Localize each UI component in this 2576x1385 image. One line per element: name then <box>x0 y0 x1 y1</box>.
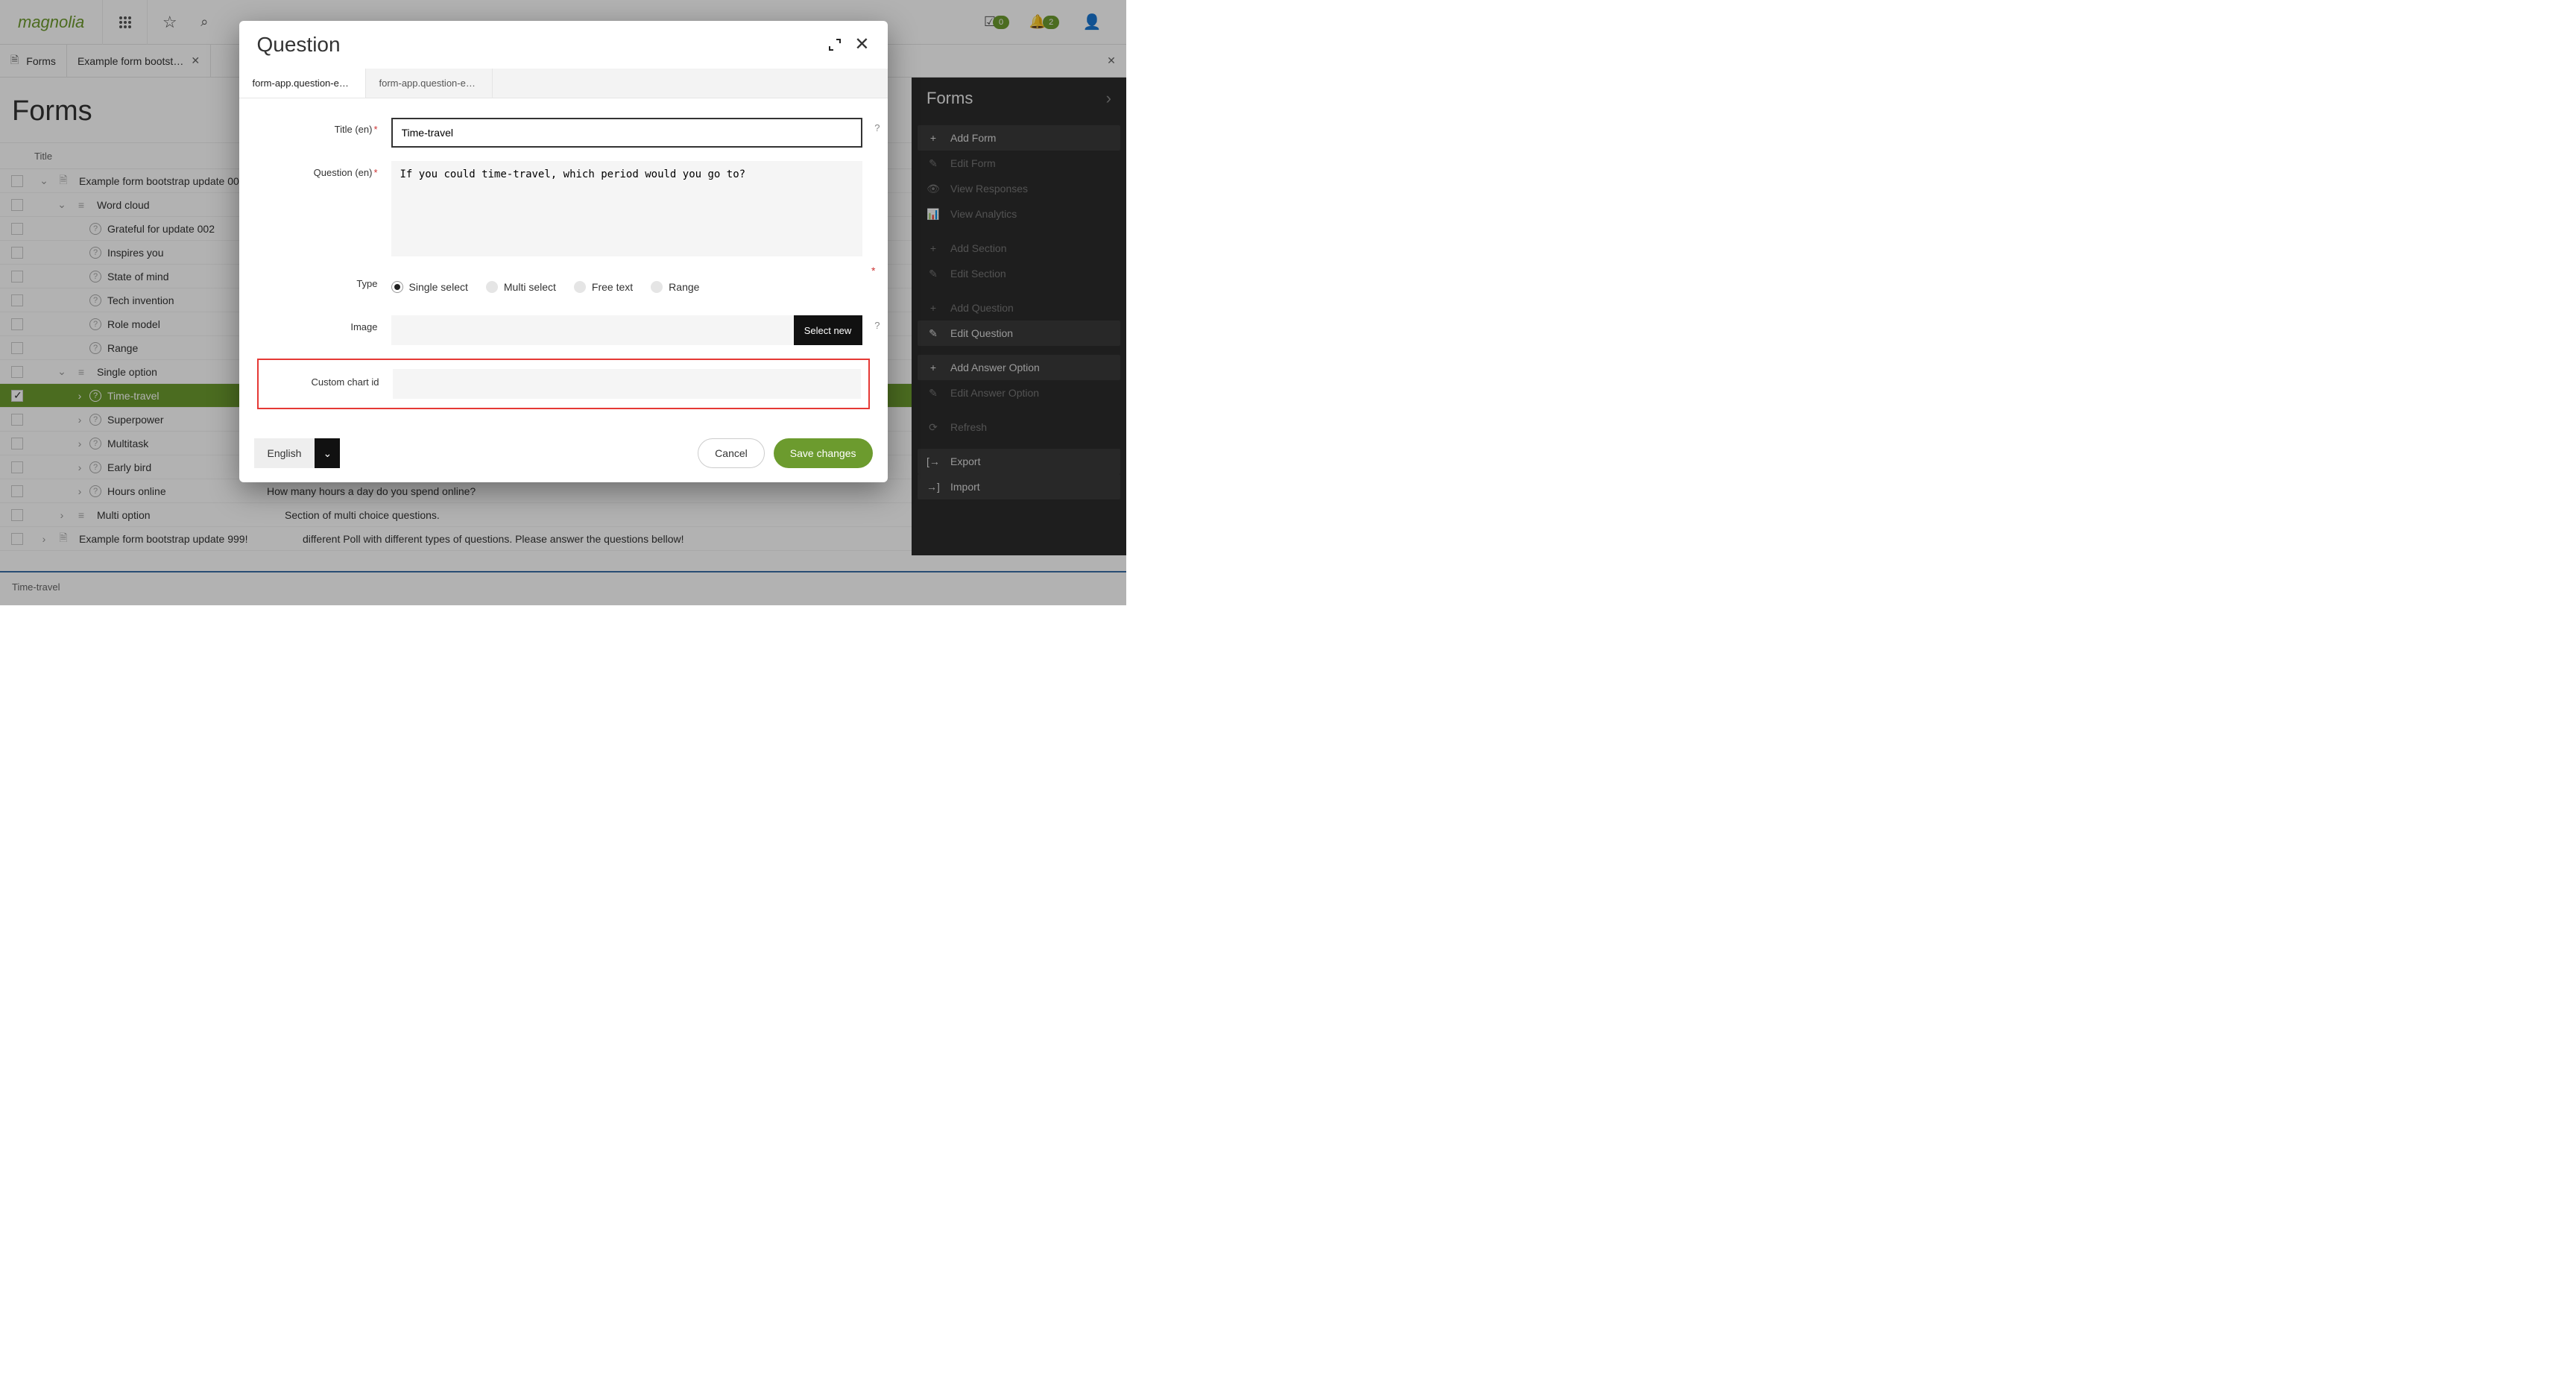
dialog-tabs: form-app.question-edit.t… form-app.quest… <box>239 69 888 98</box>
radio-label: Multi select <box>504 281 556 293</box>
radio-icon <box>391 281 403 293</box>
language-select[interactable]: English ⌄ <box>254 438 341 468</box>
required-marker: * <box>871 265 875 277</box>
custom-chart-id-input[interactable] <box>393 369 861 399</box>
type-option-multi-select[interactable]: Multi select <box>486 281 556 293</box>
title-input[interactable] <box>391 118 862 148</box>
select-new-button[interactable]: Select new <box>794 315 862 345</box>
question-dialog: Question ✕ form-app.question-edit.t… for… <box>239 21 888 482</box>
chevron-down-icon: ⌄ <box>315 438 340 468</box>
dialog-tab-1[interactable]: form-app.question-edit.t… <box>239 69 366 98</box>
dialog-backdrop: Question ✕ form-app.question-edit.t… for… <box>0 0 1126 605</box>
dialog-tab-2[interactable]: form-app.question-edit.ta… <box>366 69 493 98</box>
help-icon[interactable]: ? <box>874 320 880 331</box>
image-path-field[interactable] <box>391 315 794 345</box>
image-label: Image <box>350 321 377 332</box>
help-icon[interactable]: ? <box>874 122 880 133</box>
radio-label: Single select <box>409 281 468 293</box>
custom-chart-id-highlight: Custom chart id <box>257 359 870 409</box>
radio-icon <box>486 281 498 293</box>
language-select-label: English <box>254 438 315 468</box>
question-textarea[interactable] <box>391 161 862 256</box>
radio-icon <box>574 281 586 293</box>
type-label: Type <box>356 278 377 289</box>
dialog-title: Question <box>257 33 341 57</box>
save-changes-button[interactable]: Save changes <box>774 438 873 468</box>
type-option-range[interactable]: Range <box>651 281 699 293</box>
radio-icon <box>651 281 663 293</box>
radio-label: Free text <box>592 281 633 293</box>
type-option-free-text[interactable]: Free text <box>574 281 633 293</box>
cancel-button[interactable]: Cancel <box>698 438 765 468</box>
type-option-single-select[interactable]: Single select <box>391 281 468 293</box>
question-label: Question (en) <box>314 167 373 178</box>
expand-icon[interactable] <box>827 37 842 52</box>
radio-label: Range <box>669 281 699 293</box>
title-label: Title (en) <box>335 124 373 135</box>
close-dialog-button[interactable]: ✕ <box>854 37 869 52</box>
custom-chart-id-label: Custom chart id <box>311 376 379 388</box>
